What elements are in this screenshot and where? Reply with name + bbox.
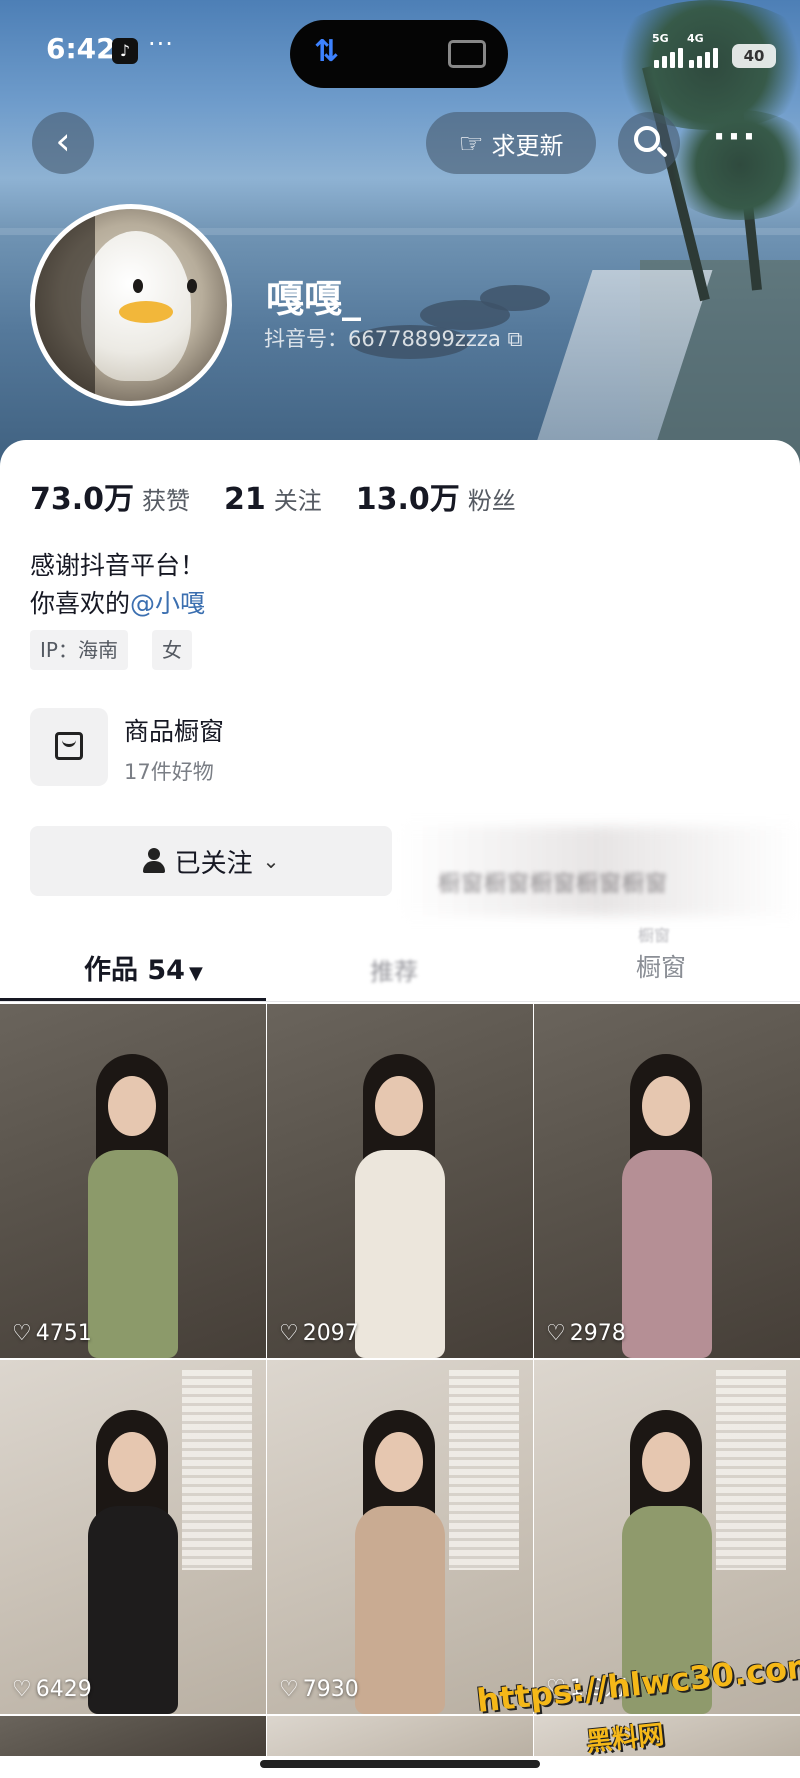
video-grid: ♡ 4751 ♡ 2097 ♡ 2978 ♡ 6429 ♡ 7930 ♡ 1.9万 (0, 1004, 800, 1756)
like-count: ♡ 7930 (279, 1677, 359, 1702)
likes-count[interactable]: 73.0万 (30, 474, 134, 518)
bio-line: 感谢抖音平台！ (30, 551, 206, 580)
heart-icon: ♡ (12, 1677, 32, 1702)
bio-line: 你喜欢的@小嘎 (30, 584, 205, 620)
gender-tag: 女 (152, 630, 192, 670)
tab-works-label: 作品 54 (84, 955, 185, 986)
heart-icon: ♡ (279, 1677, 299, 1702)
request-update-button[interactable]: ☞ 求更新 (426, 112, 596, 174)
chevron-down-icon: ⌄ (262, 849, 280, 873)
avatar[interactable] (30, 204, 232, 406)
rock (480, 285, 550, 311)
like-count: ♡ 2978 (546, 1321, 626, 1346)
dynamic-island: ⇅ (290, 20, 508, 88)
request-update-label: 求更新 (491, 131, 564, 160)
search-button[interactable] (618, 112, 680, 174)
video-thumbnail[interactable]: ♡ 7930 (267, 1360, 533, 1714)
video-thumbnail[interactable] (267, 1716, 533, 1756)
more-options-button[interactable]: ··· (700, 112, 770, 174)
video-thumbnail[interactable]: ♡ 4751 (0, 1004, 266, 1358)
likes-label: 获赞 (142, 487, 191, 515)
followers-count[interactable]: 13.0万 (356, 474, 460, 518)
tab-divider (0, 1001, 800, 1002)
profile-screen: 6:42 ♪ ··· ⇅ 5G 4G 40 ‹ ☞ 求更新 ··· 嘎嘎_ 抖音… (0, 0, 800, 1778)
video-thumbnail[interactable]: ♡ 2978 (534, 1004, 800, 1358)
like-count: ♡ 2097 (279, 1321, 359, 1346)
video-thumbnail[interactable] (0, 1716, 266, 1756)
username: 嘎嘎_ (266, 277, 362, 321)
tab-recommend[interactable]: 推荐 (370, 952, 418, 987)
video-subject (612, 1054, 722, 1358)
video-subject (345, 1054, 455, 1358)
signal-icon: 5G (652, 32, 683, 68)
video-thumbnail[interactable]: ♡ 6429 (0, 1360, 266, 1714)
data-transfer-icon: ⇅ (314, 34, 340, 69)
duck-beak (119, 301, 173, 323)
heart-icon: ♡ (12, 1321, 32, 1346)
blurred-overlay-text: 橱窗橱窗橱窗橱窗橱窗 (438, 872, 669, 897)
video-subject (78, 1054, 188, 1358)
caret-down-icon: ▼ (188, 963, 203, 984)
video-thumbnail[interactable]: ♡ 2097 (267, 1004, 533, 1358)
shop-window-count: 17件好物 (124, 760, 214, 784)
shop-window-button[interactable] (30, 708, 108, 786)
video-thumbnail[interactable] (534, 1716, 800, 1756)
followers-label: 粉丝 (467, 487, 516, 515)
like-count: ♡ 6429 (12, 1677, 92, 1702)
tab-window-ghost: 橱窗 (638, 926, 671, 945)
battery-icon: 40 (732, 44, 776, 68)
tab-works[interactable]: 作品 54 ▼ (84, 948, 203, 987)
tiktok-icon: ♪ (112, 38, 138, 64)
shop-window-title[interactable]: 商品橱窗 (124, 712, 224, 748)
following-button[interactable]: 已关注 ⌄ (30, 826, 392, 896)
video-subject (345, 1410, 455, 1714)
person-check-icon (142, 848, 165, 874)
status-time: 6:42 (46, 32, 116, 65)
douyin-id[interactable]: 抖音号：66778899zzza ⧉ (264, 323, 523, 353)
video-subject (78, 1410, 188, 1714)
screen-mirror-icon (448, 40, 486, 68)
back-button[interactable]: ‹ (32, 112, 94, 174)
mention-link[interactable]: @小嘎 (130, 589, 205, 618)
network-label: 4G (687, 32, 704, 45)
following-label: 关注 (273, 487, 322, 515)
following-count[interactable]: 21 (224, 482, 266, 517)
profile-stats: 73.0万 获赞 21 关注 13.0万 粉丝 (30, 474, 550, 518)
like-count: ♡ 4751 (12, 1321, 92, 1346)
signal-icon: 4G (687, 32, 718, 68)
pointing-hand-icon: ☞ (458, 126, 484, 160)
tab-shop-window[interactable]: 橱窗 (636, 948, 686, 984)
ip-location-tag: IP：海南 (30, 630, 128, 670)
heart-icon: ♡ (546, 1321, 566, 1346)
home-indicator[interactable] (260, 1760, 540, 1768)
bio-text: 你喜欢的 (30, 589, 131, 618)
heart-icon: ♡ (279, 1321, 299, 1346)
network-label: 5G (652, 32, 669, 45)
following-label: 已关注 (174, 848, 253, 879)
status-indicators: 5G 4G 40 (652, 32, 776, 68)
status-more-icon: ··· (148, 30, 174, 58)
